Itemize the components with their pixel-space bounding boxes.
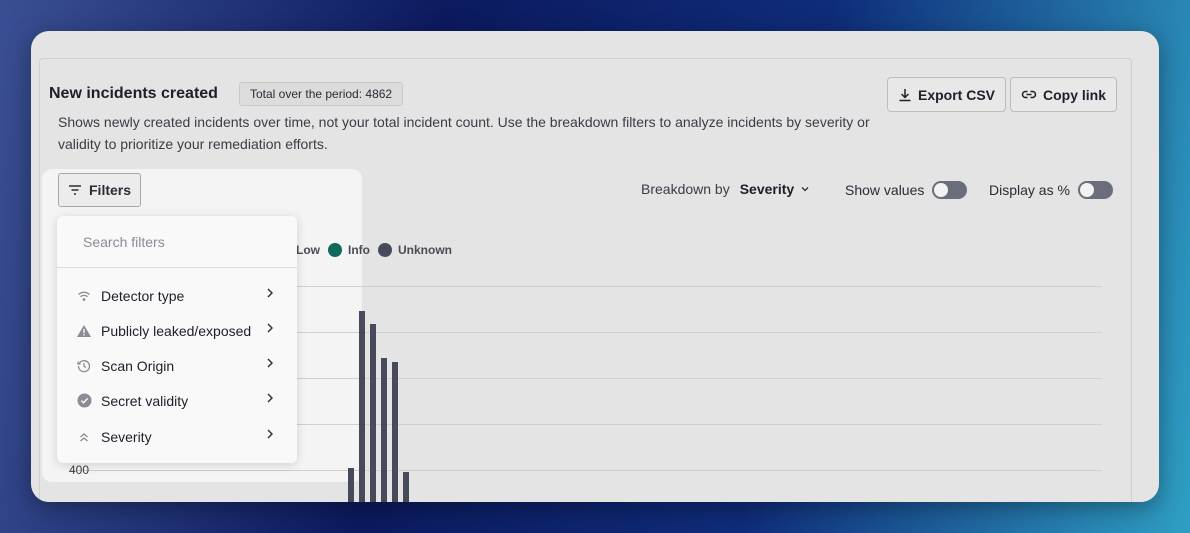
chart-bar[interactable]	[381, 358, 387, 502]
chevron-right-icon	[267, 429, 273, 439]
chevron-right-icon	[267, 393, 273, 403]
app-window: New incidents created Total over the per…	[31, 31, 1159, 502]
filter-icon	[69, 185, 81, 195]
history-icon	[76, 358, 92, 374]
filter-item-publicly-leaked[interactable]: Publicly leaked/exposed	[57, 313, 297, 348]
copy-link-button[interactable]: Copy link	[1010, 77, 1118, 112]
copy-link-label: Copy link	[1043, 86, 1107, 103]
chevron-right-icon	[267, 288, 273, 298]
chevron-right-icon	[267, 323, 273, 333]
legend-dot-unknown	[378, 243, 392, 257]
breakdown-value: Severity	[739, 181, 795, 197]
check-circle-icon	[76, 393, 92, 409]
legend-label-unknown: Unknown	[398, 243, 452, 257]
legend-label-low: Low	[296, 243, 320, 257]
filter-item-label: Secret validity	[101, 392, 189, 409]
export-csv-button[interactable]: Export CSV	[887, 77, 1007, 112]
chart-bar[interactable]	[348, 468, 354, 502]
gridline	[71, 470, 1102, 471]
breakdown-prefix: Breakdown by	[641, 181, 730, 197]
filter-dropdown: Search filters Detector type Publicly le…	[57, 216, 297, 463]
y-tick-label: 400	[69, 463, 90, 477]
export-csv-label: Export CSV	[918, 86, 996, 103]
chart-bar[interactable]	[359, 311, 365, 502]
wifi-icon	[76, 288, 92, 304]
legend-item-unknown[interactable]: Unknown	[378, 243, 452, 257]
display-percent-control: Display as %	[989, 181, 1113, 199]
filter-item-label: Severity	[101, 428, 152, 445]
show-values-toggle[interactable]	[932, 181, 968, 199]
filter-item-label: Publicly leaked/exposed	[101, 322, 252, 339]
display-percent-label: Display as %	[989, 182, 1070, 198]
double-chevron-up-icon	[76, 429, 92, 445]
chart-legend: Low Info Unknown	[296, 243, 452, 257]
warning-icon	[76, 323, 92, 339]
download-icon	[899, 88, 911, 101]
legend-item-info[interactable]: Info	[328, 243, 370, 257]
filters-button[interactable]: Filters	[58, 173, 142, 207]
show-values-label: Show values	[845, 182, 925, 198]
total-badge: Total over the period: 4862	[239, 82, 404, 106]
filter-item-detector-type[interactable]: Detector type	[57, 278, 297, 313]
page-title: New incidents created	[49, 85, 218, 102]
filters-label: Filters	[89, 182, 132, 198]
filter-item-label: Scan Origin	[101, 357, 175, 374]
filter-item-label: Detector type	[101, 287, 185, 304]
legend-dot-info	[328, 243, 342, 257]
chart-bar[interactable]	[403, 472, 409, 502]
chevron-down-icon	[801, 187, 809, 192]
show-values-control: Show values	[845, 181, 968, 199]
chart-bar[interactable]	[370, 324, 376, 502]
legend-item-low[interactable]: Low	[296, 243, 320, 257]
chevron-right-icon	[267, 358, 273, 368]
filter-item-severity[interactable]: Severity	[57, 419, 297, 454]
filter-item-secret-validity[interactable]: Secret validity	[57, 383, 297, 418]
link-icon	[1021, 90, 1037, 98]
breakdown-selector[interactable]: Breakdown by Severity	[641, 181, 810, 197]
filter-search-input[interactable]: Search filters	[57, 216, 297, 268]
display-percent-toggle[interactable]	[1077, 181, 1113, 199]
legend-label-info: Info	[348, 243, 370, 257]
chart-bar[interactable]	[392, 362, 398, 502]
filter-item-scan-origin[interactable]: Scan Origin	[57, 348, 297, 383]
description: Shows newly created incidents over time,…	[58, 114, 870, 152]
